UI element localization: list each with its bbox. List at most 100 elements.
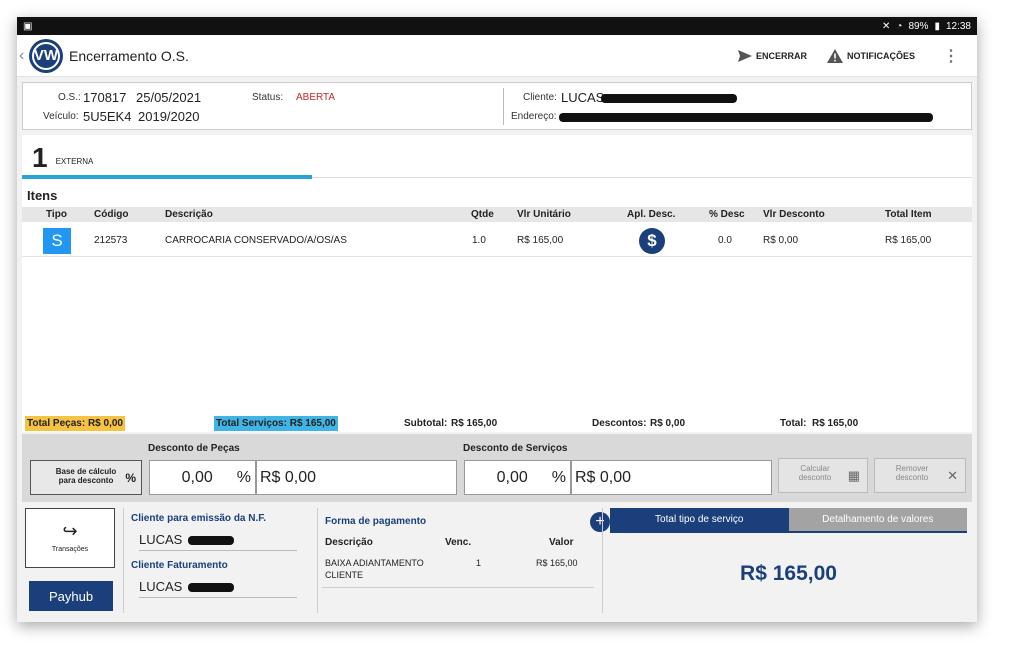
col-vlr-unitario: Vlr Unitário	[517, 209, 571, 220]
desconto-servicos-label: Desconto de Serviços	[463, 443, 568, 454]
notificacoes-label: NOTIFICAÇÕES	[846, 50, 915, 61]
calcular-desconto-button[interactable]: Calcular desconto ▦	[778, 458, 868, 493]
cell-descricao: CARROCARIA CONSERVADO/A/OS/AS	[165, 235, 347, 246]
cliente-value: LUCAS	[561, 90, 605, 105]
base-calculo-button[interactable]: Base de cálculo para desconto %	[30, 460, 142, 495]
page-title: Encerramento O.S.	[69, 47, 189, 64]
app-bar: ‹ VW Encerramento O.S. ENCERRAR NOTIFICA…	[17, 35, 977, 77]
mute-icon: ✕	[882, 20, 891, 32]
total-pecas: Total Peças: R$ 0,00	[25, 416, 125, 431]
table-row[interactable]: S 212573 CARROCARIA CONSERVADO/A/OS/AS 1…	[22, 225, 972, 257]
vw-logo: VW	[29, 38, 63, 73]
cell-vlr-unitario: R$ 165,00	[517, 235, 564, 246]
ano-modelo: 2019/2020	[138, 109, 200, 124]
encerrar-label: ENCERRAR	[755, 50, 807, 61]
cliente-nf-field[interactable]: LUCAS	[139, 532, 297, 551]
percent-icon: %	[125, 471, 136, 485]
bottom-panel: ↪ Transações Payhub Cliente para emissão…	[22, 505, 972, 622]
transacoes-button[interactable]: ↪ Transações	[25, 508, 115, 568]
desconto-pecas-value-input[interactable]: R$ 0,00	[256, 460, 457, 495]
forma-pagamento-label: Forma de pagamento	[325, 516, 427, 527]
total-label: Total:	[780, 418, 807, 429]
tab-total-tipo-servico[interactable]: Total tipo de serviço	[610, 508, 789, 531]
col-qtde: Qtde	[471, 209, 494, 220]
app-window: ▣ ✕ ◔ 89% ▮ 12:38 ‹ VW Encerramento O.S.…	[17, 17, 977, 622]
tab-number: 1	[32, 142, 48, 173]
remover-desconto-button[interactable]: Remover desconto ✕	[874, 458, 966, 493]
veiculo-label: Veículo:	[43, 111, 79, 122]
tipo-servico-badge: S	[43, 228, 71, 254]
endereco-label: Endereço:	[511, 111, 557, 122]
column-divider	[123, 508, 124, 613]
cliente-label: Cliente:	[523, 92, 557, 103]
cell-qtde: 1.0	[472, 235, 486, 246]
notificacoes-button[interactable]: NOTIFICAÇÕES	[826, 48, 915, 63]
back-chevron-icon[interactable]: ‹	[19, 47, 27, 65]
items-table-header: Tipo Código Descrição Qtde Vlr Unitário …	[22, 207, 972, 222]
warning-icon	[826, 48, 843, 63]
send-icon	[737, 49, 752, 62]
col-descricao: Descrição	[165, 209, 213, 220]
total-servicos: Total Serviços: R$ 165,00	[214, 416, 338, 431]
image-icon: ▣	[23, 20, 33, 32]
desconto-servicos-value-input[interactable]: R$ 0,00	[571, 460, 772, 495]
redaction-bar	[187, 583, 234, 593]
os-header-card: O.S.: 170817 25/05/2021 Status: ABERTA V…	[22, 82, 972, 130]
desconto-pecas-label: Desconto de Peças	[148, 443, 240, 454]
header-divider	[503, 88, 504, 125]
status-value: ABERTA	[296, 92, 336, 103]
redaction-bar	[559, 113, 933, 122]
column-divider	[317, 508, 318, 613]
cliente-nf-label: Cliente para emissão da N.F.	[131, 513, 267, 524]
row-divider	[322, 587, 594, 588]
tab-indicator	[610, 531, 967, 533]
battery-icon: ▮	[934, 20, 940, 32]
column-divider	[602, 508, 603, 613]
encerrar-button[interactable]: ENCERRAR	[737, 49, 807, 62]
close-icon: ✕	[947, 468, 958, 483]
col-vlr-desconto: Vlr Desconto	[763, 209, 825, 220]
summary-tabs: Total tipo de serviço Detalhamento de va…	[610, 508, 967, 531]
subtotal-label: Subtotal:	[404, 418, 448, 429]
grand-total: R$ 165,00	[740, 562, 837, 585]
fp-col-valor: Valor	[549, 537, 574, 548]
apply-discount-dollar-icon[interactable]: $	[639, 228, 665, 254]
placa: 5U5EK4	[83, 109, 132, 124]
subtotal-value: R$ 165,00	[451, 418, 498, 429]
tab-externa[interactable]: 1 EXTERNA	[32, 144, 93, 172]
android-status-bar: ▣ ✕ ◔ 89% ▮ 12:38	[17, 17, 977, 35]
discount-panel: Base de cálculo para desconto % Desconto…	[22, 434, 972, 502]
more-vert-icon[interactable]: ⋮	[943, 46, 959, 66]
col-codigo: Código	[94, 209, 129, 220]
cell-codigo: 212573	[94, 235, 128, 246]
tab-indicator	[22, 175, 312, 179]
os-date: 25/05/2021	[136, 90, 202, 105]
tab-rule	[312, 177, 972, 178]
battery-level: 89%	[908, 20, 929, 32]
descontos-value: R$ 0,00	[650, 418, 686, 429]
cliente-faturamento-field[interactable]: LUCAS	[139, 579, 297, 598]
total-value: R$ 165,00	[812, 418, 859, 429]
redo-arrow-icon: ↪	[62, 521, 78, 541]
col-pct-desc: % Desc	[709, 209, 745, 220]
fp-col-venc: Venc.	[445, 537, 472, 548]
desconto-pecas-pct-input[interactable]: 0,00 %	[149, 460, 256, 495]
descontos-label: Descontos:	[592, 418, 647, 429]
os-label: O.S.:	[58, 92, 81, 103]
desconto-servicos-pct-input[interactable]: 0,00 %	[464, 460, 571, 495]
clock: 12:38	[945, 20, 971, 32]
cell-vlr-desconto: R$ 0,00	[763, 235, 799, 246]
cliente-faturamento-label: Cliente Faturamento	[131, 560, 228, 571]
tab-detalhamento-valores[interactable]: Detalhamento de valores	[788, 508, 967, 531]
add-payment-plus-icon[interactable]: +	[590, 512, 610, 532]
col-total-item: Total Item	[885, 209, 932, 220]
wifi-icon: ◔	[896, 20, 903, 32]
cell-pct-desc: 0.0	[718, 235, 732, 246]
col-apl-desc: Apl. Desc.	[627, 209, 676, 220]
os-number: 170817	[83, 90, 127, 105]
status-label: Status:	[252, 92, 284, 103]
payhub-button[interactable]: Payhub	[29, 581, 113, 611]
itens-title: Itens	[27, 188, 58, 203]
service-tab-card: 1 EXTERNA Itens Tipo Código Descrição Qt…	[22, 135, 972, 432]
redaction-bar	[187, 536, 234, 546]
